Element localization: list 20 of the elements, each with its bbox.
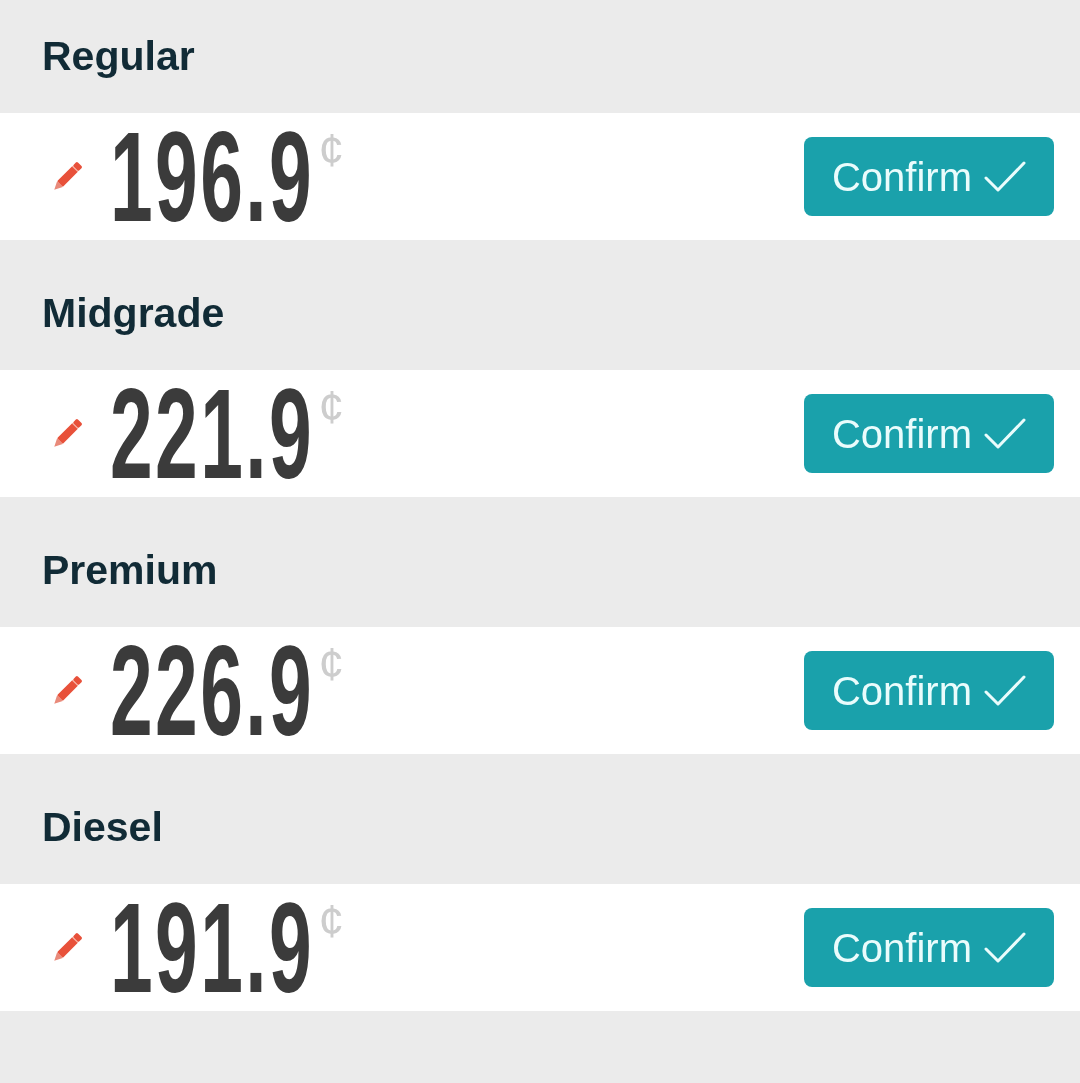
grade-name: Regular: [42, 35, 195, 77]
price-display: 226.9: [110, 631, 315, 750]
grade-name: Midgrade: [42, 292, 225, 334]
check-icon: [984, 416, 1026, 451]
confirm-button[interactable]: Confirm: [804, 137, 1054, 216]
cent-sign: ¢: [318, 641, 345, 687]
grade-name: Premium: [42, 549, 218, 591]
check-icon: [984, 930, 1026, 965]
check-icon: [984, 673, 1026, 708]
check-icon: [984, 159, 1026, 194]
confirm-button[interactable]: Confirm: [804, 908, 1054, 987]
price-display: 196.9: [110, 117, 315, 236]
cent-sign: ¢: [318, 898, 345, 944]
grade-name: Diesel: [42, 806, 163, 848]
confirm-button[interactable]: Confirm: [804, 394, 1054, 473]
price-display: 221.9: [110, 374, 315, 493]
confirm-button[interactable]: Confirm: [804, 651, 1054, 730]
price-display: 191.9: [110, 888, 315, 1007]
cent-sign: ¢: [318, 384, 345, 430]
cent-sign: ¢: [318, 127, 345, 173]
